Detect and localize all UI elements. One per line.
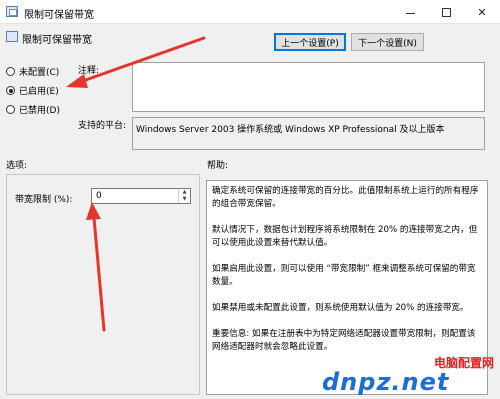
spin-down-icon[interactable]: ▼ xyxy=(179,196,190,203)
help-paragraph: 重要信息: 如果在注册表中为特定网络适配器设置带宽限制，则配置该网络适配器时就会… xyxy=(212,329,476,352)
radio-enabled[interactable]: 已启用(E) xyxy=(6,84,59,97)
radio-label: 已启用(E) xyxy=(19,87,59,97)
supported-platform-label: 支持的平台: xyxy=(78,121,127,131)
bandwidth-limit-label: 带宽限制 (%): xyxy=(15,195,73,205)
help-label: 帮助: xyxy=(207,161,229,171)
minimize-icon xyxy=(405,12,415,14)
supported-platform-box: Windows Server 2003 操作系统或 Windows XP Pro… xyxy=(132,117,485,150)
minimize-button[interactable] xyxy=(392,0,428,24)
setting-icon xyxy=(6,31,18,42)
help-paragraph: 如果禁用或未配置此设置，则系统使用默认值为 20% 的连接带宽。 xyxy=(212,303,469,313)
radio-label: 未配置(C) xyxy=(19,68,60,78)
maximize-icon xyxy=(441,7,451,17)
bandwidth-limit-input[interactable]: 0 ▲ ▼ xyxy=(91,188,191,204)
comment-textarea[interactable] xyxy=(132,62,485,112)
bandwidth-spinner[interactable]: ▲ ▼ xyxy=(178,189,190,203)
help-paragraph: 如果启用此设置，则可以使用 “带宽限制” 框来调整系统可保留的带宽数量。 xyxy=(212,264,476,287)
close-button[interactable]: ✕ xyxy=(464,0,500,24)
previous-setting-button[interactable]: 上一个设置(P) xyxy=(274,33,346,51)
options-label: 选项: xyxy=(6,161,28,171)
next-setting-button[interactable]: 下一个设置(N) xyxy=(351,33,424,51)
radio-button-icon[interactable] xyxy=(6,105,15,114)
bandwidth-limit-value: 0 xyxy=(96,191,102,201)
title-bar: 限制可保留带宽 ✕ xyxy=(0,0,500,24)
maximize-button[interactable] xyxy=(428,0,464,24)
spin-up-icon[interactable]: ▲ xyxy=(179,189,190,196)
policy-icon xyxy=(6,6,18,17)
window-title: 限制可保留带宽 xyxy=(24,10,94,21)
watermark-logo: dnpz.net xyxy=(322,368,450,396)
radio-button-icon[interactable] xyxy=(6,67,15,76)
setting-title: 限制可保留带宽 xyxy=(22,35,92,46)
supported-platform-text: Windows Server 2003 操作系统或 Windows XP Pro… xyxy=(136,125,445,135)
help-paragraph: 默认情况下，数据包计划程序将系统限制在 20% 的连接带宽之内，但可以使用此设置… xyxy=(212,225,478,248)
site-watermark: 电脑配置网 dnpz.net xyxy=(322,356,494,396)
radio-label: 已禁用(D) xyxy=(19,106,60,116)
radio-disabled[interactable]: 已禁用(D) xyxy=(6,103,60,116)
radio-not-configured[interactable]: 未配置(C) xyxy=(6,65,59,78)
help-paragraph: 确定系统可保留的连接带宽的百分比。此值限制系统上运行的所有程序的组合带宽保留。 xyxy=(212,186,479,209)
radio-button-checked-icon[interactable] xyxy=(6,86,15,95)
options-pane: 带宽限制 (%): 0 ▲ ▼ xyxy=(6,174,200,395)
comment-label: 注释: xyxy=(78,66,100,76)
close-icon: ✕ xyxy=(477,5,487,19)
